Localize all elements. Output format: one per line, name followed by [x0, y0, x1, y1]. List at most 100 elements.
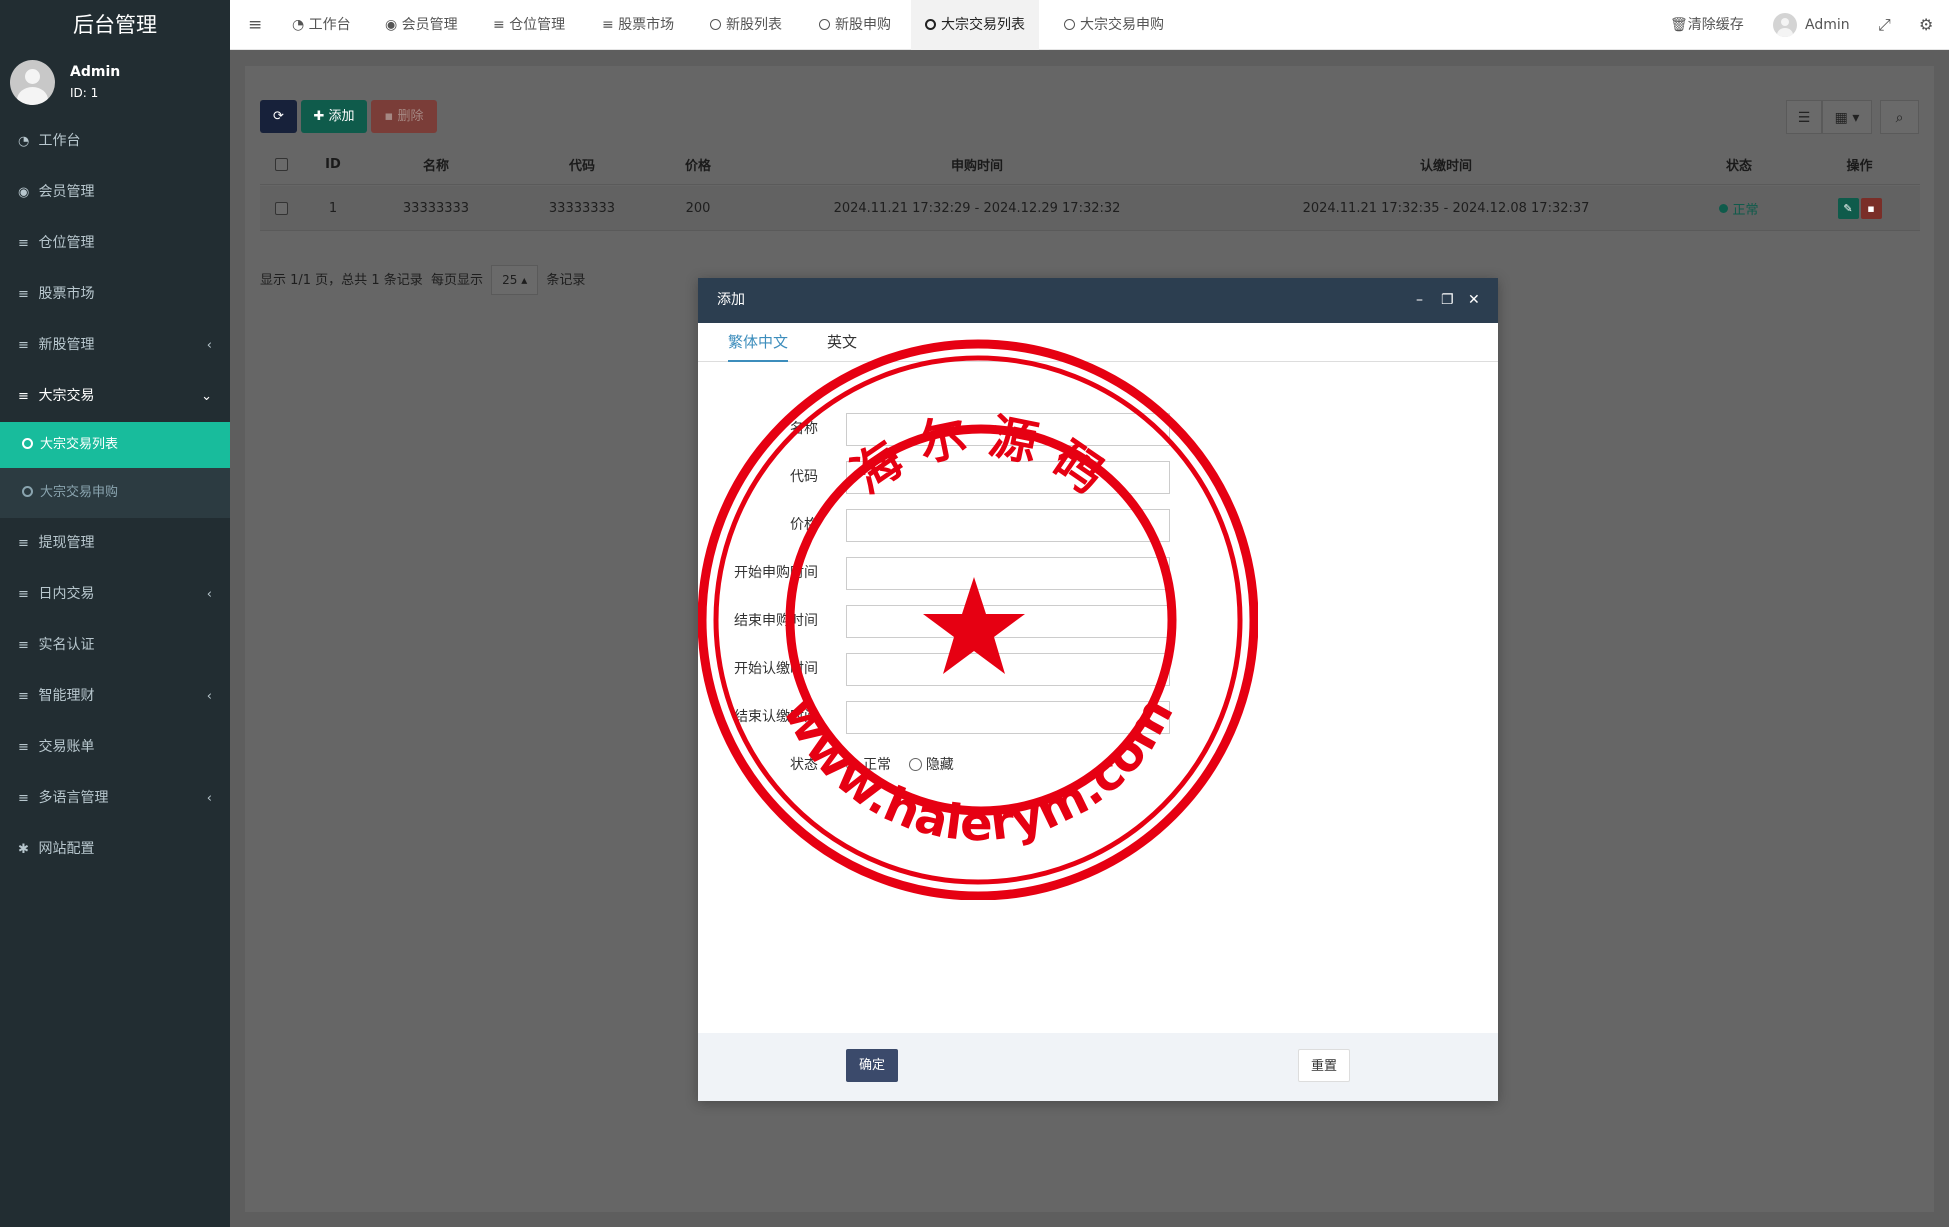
list-icon: ≡	[18, 236, 29, 251]
field-label: 代码	[790, 469, 818, 485]
column-header[interactable]: 状态	[1679, 145, 1799, 184]
list-view-button[interactable]: ☰	[1786, 100, 1822, 134]
status-dot-icon	[1719, 203, 1729, 213]
field-label: 开始申购时间	[734, 565, 818, 581]
status-normal-radio[interactable]: 正常	[846, 757, 891, 773]
field-label: 结束申购时间	[734, 613, 818, 629]
sidebar-item-bills[interactable]: ≡ 交易账单	[0, 722, 230, 773]
sidebar-item-label: 新股管理	[38, 337, 95, 353]
sidebar-subitem-block-trade-list[interactable]: 大宗交易列表	[0, 422, 230, 468]
price-input[interactable]	[846, 509, 1170, 542]
sidebar-item-languages[interactable]: ≡ 多语言管理 ‹	[0, 773, 230, 824]
add-dialog: 添加 – ❐ ✕ 繁体中文 英文 名称 代码 价格 开始申购时间 结束申购时间 …	[698, 278, 1498, 1101]
app-title: 后台管理	[0, 0, 230, 50]
gear-icon: ✱	[18, 842, 29, 857]
sidebar-subitem-block-trade-subscribe[interactable]: 大宗交易申购	[0, 468, 230, 518]
sidebar-item-kyc[interactable]: ≡ 实名认证	[0, 620, 230, 671]
add-button[interactable]: ✚ 添加	[301, 100, 367, 133]
sidebar-item-dashboard[interactable]: ◔ 工作台	[0, 116, 230, 167]
circle-icon	[22, 438, 33, 449]
sidebar-item-block-trade[interactable]: ≡ 大宗交易 ⌄	[0, 371, 230, 422]
delete-button[interactable]: ▪ 删除	[371, 100, 437, 133]
column-header[interactable]: 认缴时间	[1213, 145, 1679, 184]
maximize-icon[interactable]: ❐	[1441, 278, 1454, 323]
settings-icon[interactable]: ⚙	[1919, 0, 1933, 50]
trash-icon: ▪	[1867, 201, 1875, 215]
list-icon: ≡	[18, 689, 29, 704]
refresh-button[interactable]: ⟳	[260, 100, 297, 133]
cell-code: 33333333	[548, 200, 616, 216]
tab-members[interactable]: ◉ 会员管理	[371, 0, 472, 50]
sidebar-item-intraday[interactable]: ≡ 日内交易 ‹	[0, 569, 230, 620]
refresh-icon: ⟳	[273, 109, 284, 124]
tab-ipo-subscribe[interactable]: 新股申购	[805, 0, 905, 50]
tab-ipo-list[interactable]: 新股列表	[696, 0, 796, 50]
list-icon: ≡	[18, 791, 29, 806]
list-icon: ≡	[18, 638, 29, 653]
trash-icon: 🗑	[1670, 17, 1688, 33]
search-button[interactable]: ⌕	[1880, 100, 1919, 134]
column-header[interactable]: 名称	[363, 145, 509, 184]
form-row-subscribe-start: 开始申购时间	[698, 557, 1498, 590]
code-input[interactable]	[846, 461, 1170, 494]
sidebar-item-ipo[interactable]: ≡ 新股管理 ‹	[0, 320, 230, 371]
pay-start-input[interactable]	[846, 653, 1170, 686]
dialog-title: 添加	[717, 292, 745, 308]
minimize-icon[interactable]: –	[1416, 278, 1423, 323]
sidebar-item-label: 交易账单	[38, 739, 95, 755]
column-header[interactable]: 申购时间	[741, 145, 1213, 184]
close-icon[interactable]: ✕	[1468, 278, 1480, 323]
cell-name: 33333333	[402, 200, 470, 216]
columns-toggle-button[interactable]: ▦ ▾	[1822, 100, 1872, 134]
user-name: Admin	[70, 64, 121, 80]
tab-block-trade-list[interactable]: 大宗交易列表	[911, 0, 1039, 50]
cell-subscribe-time: 2024.11.21 17:32:29 - 2024.12.29 17:32:3…	[833, 200, 1121, 216]
row-checkbox[interactable]	[260, 186, 303, 230]
dashboard-icon: ◔	[292, 17, 309, 33]
form-row-price: 价格	[698, 509, 1498, 542]
sidebar-item-positions[interactable]: ≡ 仓位管理	[0, 218, 230, 269]
reset-button[interactable]: 重置	[1298, 1049, 1350, 1082]
field-label: 状态	[790, 757, 818, 773]
name-input[interactable]	[846, 413, 1170, 446]
sidebar: 后台管理 Admin ID: 1 ◔ 工作台 ◉ 会员管理 ≡ 仓位管理 ≡ 股…	[0, 0, 230, 1227]
column-header[interactable]: ID	[303, 145, 363, 184]
form-row-status: 状态 正常 隐藏	[698, 749, 1498, 782]
tab-block-trade-subscribe[interactable]: 大宗交易申购	[1050, 0, 1178, 50]
sidebar-item-stock-market[interactable]: ≡ 股票市场	[0, 269, 230, 320]
tab-stock-market[interactable]: ≡ 股票市场	[588, 0, 688, 50]
tab-english[interactable]: 英文	[827, 323, 857, 362]
sidebar-item-label: 实名认证	[38, 637, 95, 653]
cell-price: 200	[685, 200, 711, 216]
form-row-pay-end: 结束认缴时间	[698, 701, 1498, 734]
column-header: 操作	[1846, 159, 1873, 174]
per-page-select[interactable]: 25 ▴	[491, 265, 539, 295]
sidebar-item-withdraw[interactable]: ≡ 提现管理	[0, 518, 230, 569]
tab-traditional-chinese[interactable]: 繁体中文	[728, 323, 789, 362]
fullscreen-icon[interactable]: ⤢	[1878, 0, 1891, 50]
clear-cache-button[interactable]: 🗑清除缓存	[1670, 0, 1744, 50]
subscribe-end-input[interactable]	[846, 605, 1170, 638]
column-header[interactable]: 代码	[509, 145, 655, 184]
hamburger-menu-icon[interactable]: ≡	[248, 0, 262, 50]
pay-end-input[interactable]	[846, 701, 1170, 734]
tab-dashboard[interactable]: ◔ 工作台	[278, 0, 365, 50]
dashboard-icon: ◔	[18, 134, 30, 149]
user-menu[interactable]: Admin	[1773, 0, 1850, 50]
confirm-button[interactable]: 确定	[846, 1049, 898, 1082]
sidebar-item-members[interactable]: ◉ 会员管理	[0, 167, 230, 218]
field-label: 名称	[790, 421, 818, 437]
column-header[interactable]: 价格	[655, 145, 741, 184]
field-label: 开始认缴时间	[734, 661, 818, 677]
circle-icon	[925, 19, 936, 30]
subscribe-start-input[interactable]	[846, 557, 1170, 590]
avatar	[10, 60, 55, 105]
delete-row-button[interactable]: ▪	[1860, 197, 1882, 219]
edit-button[interactable]: ✎	[1837, 197, 1859, 219]
tab-positions[interactable]: ≡ 仓位管理	[479, 0, 579, 50]
sidebar-item-wealth[interactable]: ≡ 智能理财 ‹	[0, 671, 230, 722]
status-hidden-radio[interactable]: 隐藏	[908, 757, 954, 773]
list-icon: ≡	[18, 536, 29, 551]
select-all-checkbox[interactable]	[260, 145, 303, 184]
sidebar-item-site-config[interactable]: ✱ 网站配置	[0, 824, 230, 875]
